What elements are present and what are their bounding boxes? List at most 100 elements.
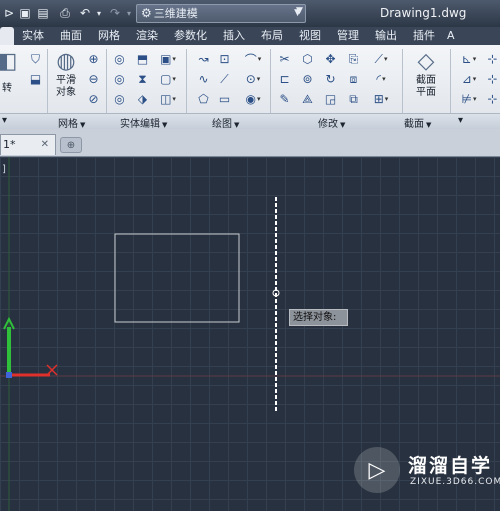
print-icon[interactable]: ⎙ — [56, 3, 74, 23]
slice-icon[interactable]: ⧗ — [134, 71, 151, 87]
tab-solid[interactable]: 实体 — [14, 27, 52, 45]
document-tab[interactable]: 1* ✕ — [0, 134, 56, 155]
refine-mesh-icon[interactable]: ⊘ — [85, 91, 102, 107]
panel-title-mesh[interactable]: 网格 ▼ — [58, 115, 85, 130]
ucs-prev-icon[interactable]: ⊹ — [484, 91, 500, 107]
extrude-faces-icon[interactable]: ⬒ — [134, 51, 151, 67]
imprint-icon[interactable]: ◫ ▾ — [156, 91, 180, 107]
tab-surface[interactable]: 曲面 — [52, 27, 90, 45]
ellipse-icon[interactable]: ◉ ▾ — [240, 91, 266, 107]
erase-icon[interactable]: ✎ — [276, 91, 293, 107]
stretch-icon[interactable]: ⧉ — [345, 91, 362, 107]
ucs-more-icon[interactable]: ⊹ — [484, 51, 500, 67]
3d-scale-icon[interactable]: ⟁ — [299, 91, 316, 107]
tab-home[interactable] — [0, 27, 14, 45]
section-label-1: 截面 — [416, 75, 436, 86]
customize-toolbar-icon[interactable]: ▼ — [296, 6, 303, 16]
mirror-icon[interactable]: ⧈ — [345, 71, 362, 87]
copy-icon[interactable]: ⎘ — [345, 51, 362, 67]
extract-icon[interactable]: ⬓ — [27, 71, 44, 87]
separate-icon[interactable]: ▣ ▾ — [156, 51, 180, 67]
rotate-label: 转 — [2, 83, 12, 94]
title-bar: ⊳ ▣ ▤ ⎙ ↶ ▾ ↷ ▾ ⚙ 三维建模 ▼ ▼ Drawing1.dwg — [0, 0, 500, 27]
save-icon[interactable]: ▣ — [16, 3, 34, 23]
lasso-icon[interactable]: ⊡ — [216, 51, 233, 67]
section-plane-icon: ◇ — [417, 49, 435, 74]
spline-icon[interactable]: ∿ — [195, 71, 212, 87]
shape-icon[interactable]: ⛉ — [27, 51, 44, 67]
watermark-title: 溜溜自学 — [408, 455, 493, 477]
panel-title-solid-edit[interactable]: 实体编辑 ▼ — [120, 115, 167, 130]
panel-title-draw[interactable]: 绘图 ▼ — [212, 115, 239, 130]
panel-title-section[interactable]: 截面 ▼ — [404, 115, 431, 130]
smooth-label-2: 对象 — [56, 87, 76, 98]
chamfer-icon[interactable]: ⟋ ▾ — [368, 51, 394, 67]
tab-insert[interactable]: 插入 — [215, 27, 253, 45]
workspace-select[interactable]: ⚙ 三维建模 ▼ — [136, 4, 306, 23]
trim-icon[interactable]: ✂ — [276, 51, 293, 67]
tab-output[interactable]: 输出 — [367, 27, 405, 45]
rectangle-icon[interactable]: ▭ — [216, 91, 233, 107]
intersect-icon[interactable]: ◎ — [111, 91, 128, 107]
arc-icon[interactable]: ⌒ ▾ — [240, 51, 266, 67]
section-label-2: 平面 — [416, 87, 436, 98]
drawing-canvas[interactable]: ] 选择对象: ▷ 溜溜自学 ZIXUE.3D66.COM — [0, 157, 500, 511]
tab-parametric[interactable]: 参数化 — [166, 27, 215, 45]
shell-icon[interactable]: ▢ ▾ — [156, 71, 180, 87]
ucs-world-icon[interactable]: ⊹ — [484, 71, 500, 87]
panel-title-modify[interactable]: 修改 ▼ — [318, 115, 345, 130]
subtract-icon[interactable]: ◎ — [111, 71, 128, 87]
section-plane-button[interactable]: ◇ 截面 平面 — [408, 49, 444, 99]
circle-icon[interactable]: ⊙ ▾ — [240, 71, 266, 87]
tab-layout[interactable]: 布局 — [253, 27, 291, 45]
rectangle-object — [114, 233, 240, 323]
save-as-icon[interactable]: ▤ — [34, 3, 52, 23]
scale-icon[interactable]: ◲ — [322, 91, 339, 107]
box-icon: ◧ — [0, 49, 18, 74]
array-icon[interactable]: ⊞ ▾ — [368, 91, 394, 107]
polygon-icon[interactable]: ⬠ — [195, 91, 212, 107]
line-icon[interactable]: ⟋ — [216, 71, 233, 87]
smooth-object-button[interactable]: ◍ 平滑 对象 — [50, 49, 82, 99]
polyline-icon[interactable]: ↝ — [195, 51, 212, 67]
play-logo-icon: ▷ — [354, 447, 400, 493]
new-tab-icon: ⊕ — [66, 139, 76, 151]
ribbon-tabs: 实体 曲面 网格 渲染 参数化 插入 布局 视图 管理 输出 插件 A — [0, 27, 500, 45]
chevron-down-icon[interactable]: ▾ — [2, 115, 7, 126]
rotate-button[interactable]: ◧ 转 — [0, 49, 20, 95]
smooth-label-1: 平滑 — [56, 75, 76, 86]
align-icon[interactable]: ⊏ — [276, 71, 293, 87]
command-prompt-tooltip: 选择对象: — [289, 309, 348, 326]
move-icon[interactable]: ✥ — [322, 51, 339, 67]
ucs-icon[interactable]: ⊾ ▾ — [456, 51, 482, 67]
watermark: ▷ 溜溜自学 ZIXUE.3D66.COM — [352, 441, 500, 501]
watermark-url: ZIXUE.3D66.COM — [410, 477, 500, 487]
chevron-down-icon[interactable]: ▾ — [458, 115, 463, 126]
ribbon-panel-titles: ▾ 网格 ▼ 实体编辑 ▼ 绘图 ▼ 修改 ▼ 截面 ▼ ▾ — [0, 113, 500, 130]
rotate-icon[interactable]: ↻ — [322, 71, 339, 87]
tab-render[interactable]: 渲染 — [128, 27, 166, 45]
tab-plugins[interactable]: 插件 — [405, 27, 443, 45]
sphere-icon: ◍ — [56, 49, 76, 74]
tab-mesh[interactable]: 网格 — [90, 27, 128, 45]
tab-view[interactable]: 视图 — [291, 27, 329, 45]
union-icon[interactable]: ◎ — [111, 51, 128, 67]
gear-icon: ⚙ — [141, 6, 152, 20]
tab-autodesk[interactable]: A — [443, 27, 459, 45]
smooth-more-icon[interactable]: ⊕ — [85, 51, 102, 67]
new-tab-button[interactable]: ⊕ — [60, 137, 82, 153]
ucs-origin-icon[interactable]: ⊿ ▾ — [456, 71, 482, 87]
workspace-label: 三维建模 — [153, 7, 198, 20]
fillet-icon[interactable]: ◜ ▾ — [368, 71, 394, 87]
ucs-view-icon[interactable]: ⊭ ▾ — [456, 91, 482, 107]
document-tab-label: 1* — [3, 138, 16, 151]
tab-manage[interactable]: 管理 — [329, 27, 367, 45]
3d-rotate-icon[interactable]: ⊚ — [299, 71, 316, 87]
ucs-axis-icon — [3, 316, 58, 378]
close-icon[interactable]: ✕ — [41, 135, 49, 154]
3d-move-icon[interactable]: ⬡ — [299, 51, 316, 67]
smooth-less-icon[interactable]: ⊖ — [85, 71, 102, 87]
document-title: Drawing1.dwg — [380, 6, 467, 20]
thicken-icon[interactable]: ⬗ — [134, 91, 151, 107]
document-tab-strip: 1* ✕ ⊕ — [0, 129, 500, 157]
